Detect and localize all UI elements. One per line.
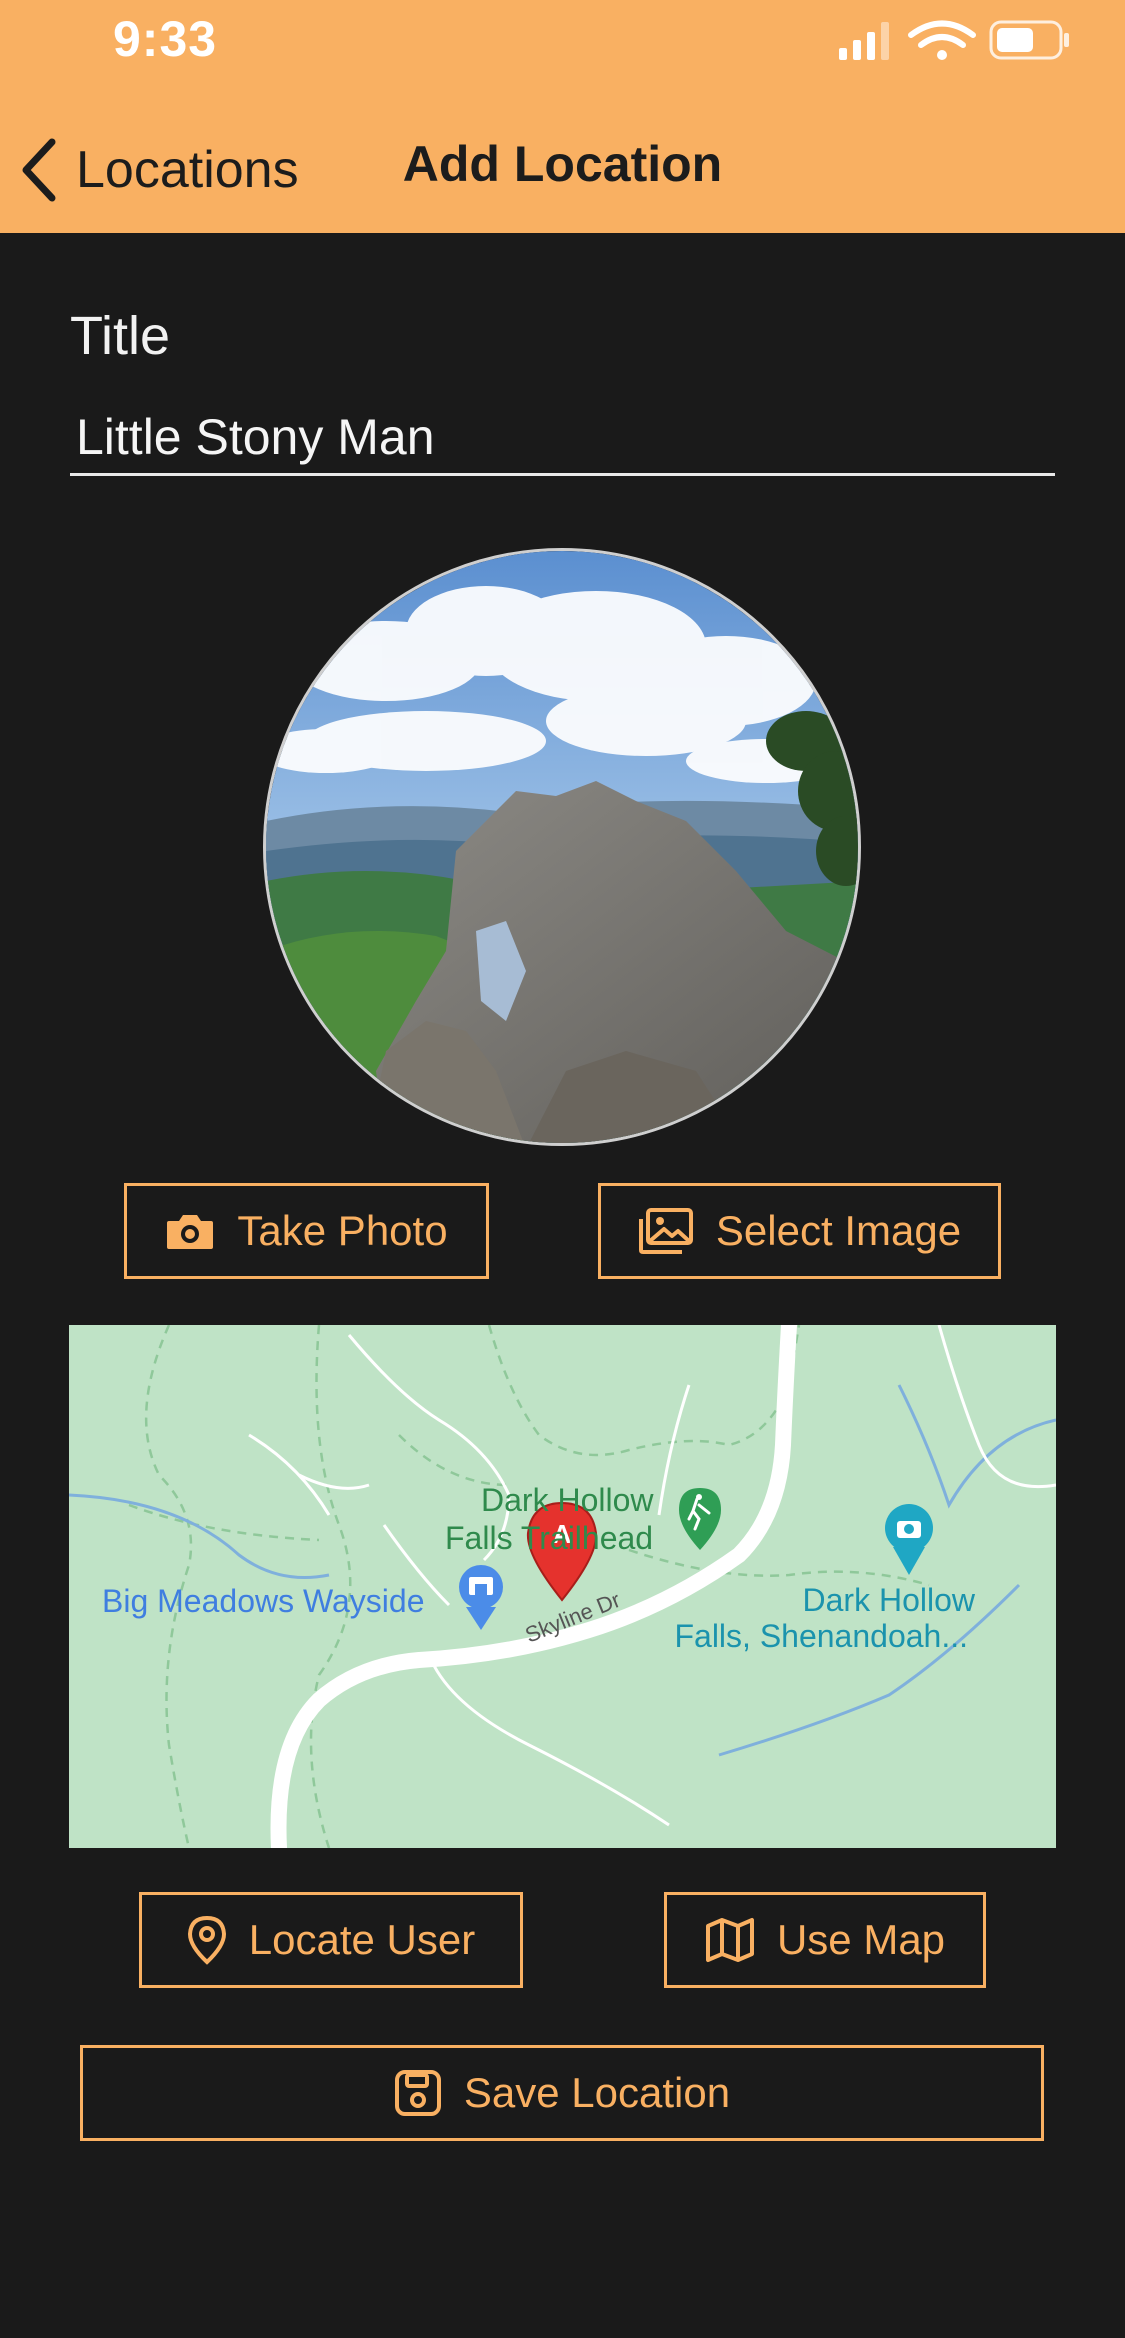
use-map-label: Use Map [776, 1916, 946, 1963]
title-input[interactable] [70, 400, 1055, 476]
location-photo [263, 548, 861, 1146]
status-time: 9:33 [113, 11, 218, 67]
battery-icon [989, 20, 1069, 60]
nav-header: 9:33 Locations Add Location [0, 0, 1125, 233]
map-label-trailhead-2: Falls Trailhead [445, 1520, 653, 1556]
locate-user-label: Locate User [248, 1916, 476, 1963]
map-view[interactable]: A Dark Hollow Falls Trailhead Big Meadow… [69, 1325, 1056, 1848]
locate-user-button[interactable]: Locate User [139, 1892, 523, 1988]
page-title: Add Location [402, 136, 723, 192]
select-image-label: Select Image [715, 1207, 962, 1254]
image-icon [638, 1208, 693, 1254]
title-label: Title [70, 306, 171, 366]
status-icons [839, 20, 1069, 60]
map-label-falls-2: Falls, Shenandoah... [674, 1618, 968, 1654]
hiking-poi-icon [679, 1488, 721, 1550]
signal-icon [839, 22, 889, 60]
save-icon [394, 2070, 441, 2116]
location-pin-icon [187, 1915, 226, 1965]
take-photo-button[interactable]: Take Photo [124, 1183, 489, 1279]
take-photo-label: Take Photo [237, 1207, 448, 1254]
map-label-big-meadows: Big Meadows Wayside [102, 1583, 425, 1619]
wifi-icon [908, 20, 976, 60]
use-map-button[interactable]: Use Map [664, 1892, 986, 1988]
map-icon [705, 1918, 754, 1962]
camera-poi-icon [885, 1504, 933, 1575]
camera-icon [167, 1215, 214, 1249]
select-image-button[interactable]: Select Image [598, 1183, 1001, 1279]
shop-poi-icon [459, 1565, 503, 1630]
save-location-button[interactable]: Save Location [80, 2045, 1044, 2141]
map-label-trailhead-1: Dark Hollow [481, 1482, 654, 1518]
map-label-falls-1: Dark Hollow [803, 1582, 976, 1618]
save-location-label: Save Location [463, 2069, 731, 2116]
